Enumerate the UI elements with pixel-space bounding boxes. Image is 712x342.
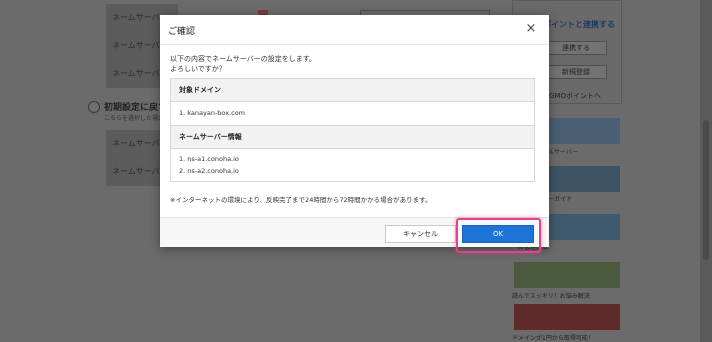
section-subtext: こちらを選択した場合 xyxy=(104,115,165,122)
dialog-footer: キャンセル OK xyxy=(160,217,549,247)
close-icon[interactable]: × xyxy=(523,21,539,37)
price-banner xyxy=(514,304,620,330)
point-title: ポイントと連携する xyxy=(543,20,615,29)
register-button: 新規登録 xyxy=(545,65,607,79)
nameserver-value: 2. ns-a2.conoha.io xyxy=(179,167,239,175)
divider xyxy=(171,101,534,102)
propagation-note: ※インターネットの環境により、反映完了まで24時間から72時間かかる場合がありま… xyxy=(170,196,432,204)
banner-caption: 読んでスッキリ！お悩み解決 xyxy=(512,293,590,300)
description-line: 以下の内容でネームサーバーの設定をします。 xyxy=(170,55,317,63)
nameserver-value: 1. ns-a1.conoha.io xyxy=(179,155,239,163)
dialog-description: 以下の内容でネームサーバーの設定をします。 よろしいですか？ xyxy=(170,54,316,74)
link-button: 連携する xyxy=(545,41,607,55)
divider xyxy=(171,148,534,149)
confirm-dialog: ご確認 × 以下の内容でネームサーバーの設定をします。 よろしいですか？ 対象ド… xyxy=(160,15,549,247)
domain-banner xyxy=(514,262,620,288)
domain-header: 対象ドメイン xyxy=(171,79,534,101)
description-line: よろしいですか？ xyxy=(170,65,226,73)
scrollbar[interactable] xyxy=(700,0,712,342)
domain-value: 1. kanayan-box.com xyxy=(179,109,245,117)
ok-button[interactable]: OK xyxy=(462,225,534,243)
scroll-thumb[interactable] xyxy=(703,120,709,260)
banner-caption: ドメインが1円から取得可能！ xyxy=(512,335,594,342)
dialog-header: ご確認 × xyxy=(160,15,549,45)
reset-radio xyxy=(88,101,100,113)
cancel-button[interactable]: キャンセル xyxy=(385,225,456,243)
nameserver-header: ネームサーバー情報 xyxy=(171,126,534,148)
confirm-table: 対象ドメイン 1. kanayan-box.com ネームサーバー情報 1. n… xyxy=(170,78,535,182)
section-heading: 初期設定に戻す xyxy=(104,103,168,113)
dialog-title: ご確認 xyxy=(168,27,196,37)
gmo-link: GMOポイントへ xyxy=(549,92,601,100)
